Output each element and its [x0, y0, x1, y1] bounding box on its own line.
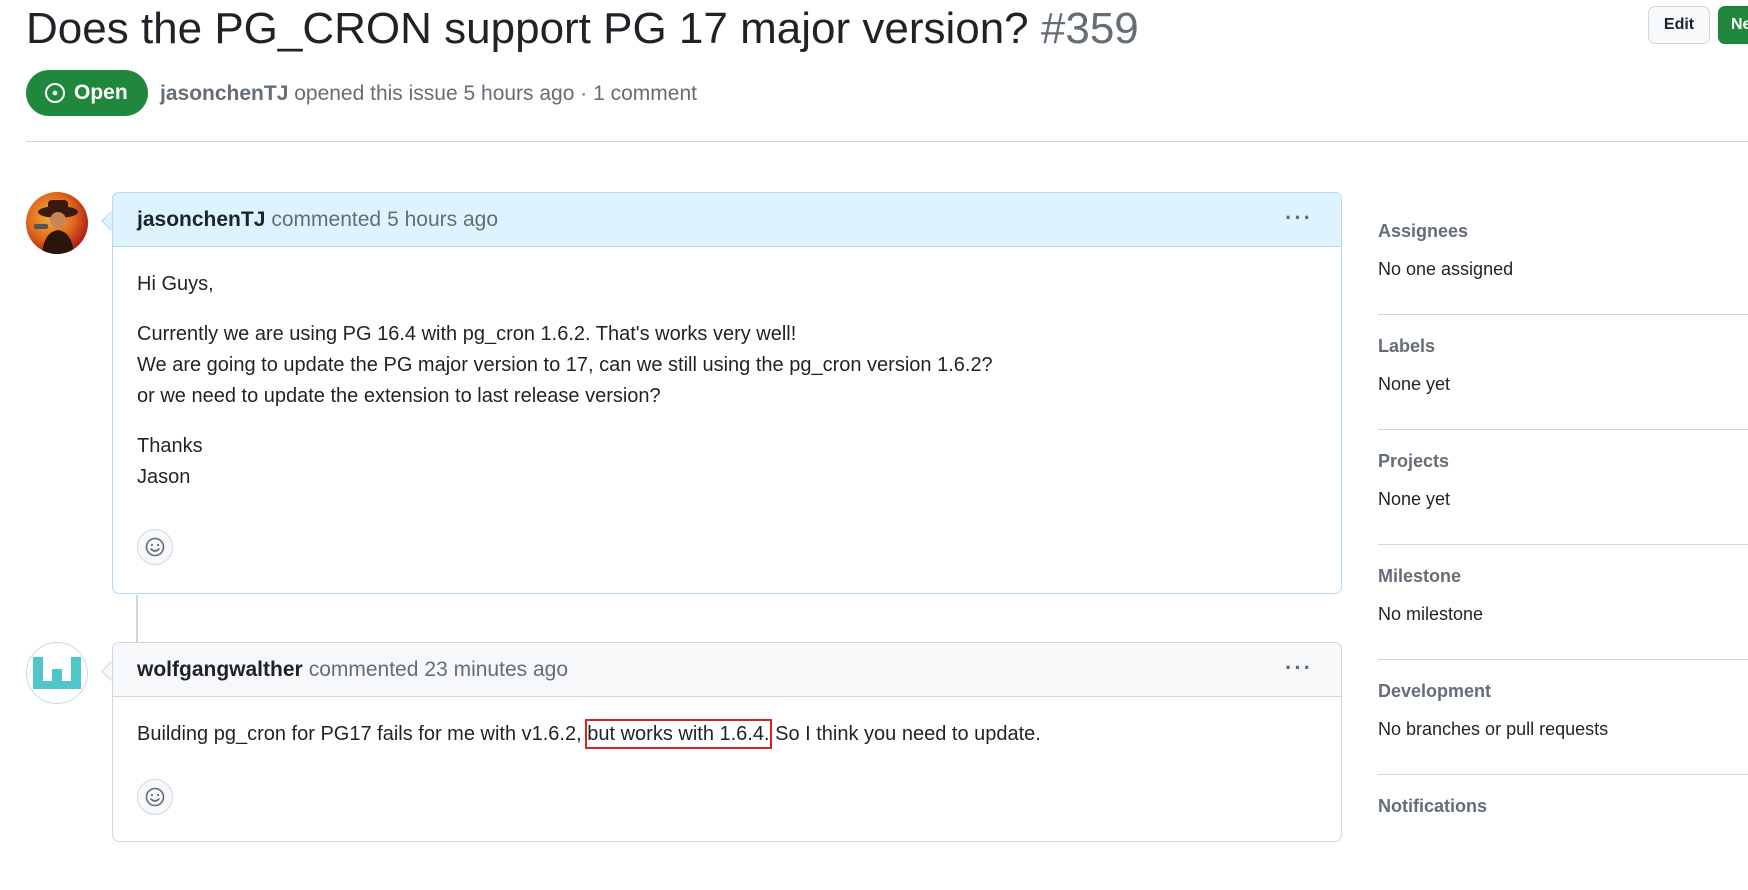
- avatar-image: [33, 657, 81, 689]
- sidebar-heading-labels[interactable]: Labels: [1378, 335, 1748, 357]
- sidebar-labels: Labels None yet: [1378, 315, 1748, 430]
- smiley-icon: [145, 537, 165, 557]
- timeline-connector: [136, 595, 138, 642]
- comment-verb: commented: [271, 207, 382, 231]
- comment-jasonchentj: jasonchenTJ commented 5 hours ago ··· Hi…: [112, 192, 1342, 594]
- sidebar-value-development: No branches or pull requests: [1378, 719, 1609, 739]
- issue-state-label: Open: [74, 81, 128, 104]
- avatar-wolfgangwalther[interactable]: [26, 642, 88, 704]
- sidebar-milestone: Milestone No milestone: [1378, 545, 1748, 660]
- comment-author-link[interactable]: wolfgangwalther: [137, 658, 303, 682]
- sidebar-projects: Projects None yet: [1378, 430, 1748, 545]
- issue-state-badge: Open: [26, 70, 148, 116]
- comment-timestamp-link[interactable]: 23 minutes ago: [424, 658, 568, 682]
- issue-meta: jasonchenTJ opened this issue 5 hours ag…: [160, 82, 697, 106]
- comment-line: Hi Guys,: [137, 273, 214, 295]
- highlighted-text: but works with 1.6.4.: [585, 719, 772, 749]
- sidebar-heading-development[interactable]: Development: [1378, 680, 1748, 702]
- comment-body: Building pg_cron for PG17 fails for me w…: [113, 719, 1341, 750]
- comment-header: wolfgangwalther commented 23 minutes ago…: [113, 643, 1341, 697]
- comment-timestamp-link[interactable]: 5 hours ago: [387, 208, 498, 232]
- comment-text: Building pg_cron for PG17 fails for me w…: [137, 723, 588, 745]
- issue-title: Does the PG_CRON support PG 17 major ver…: [26, 2, 1139, 56]
- issue-title-text: Does the PG_CRON support PG 17 major ver…: [26, 4, 1029, 53]
- smiley-icon: [145, 787, 165, 807]
- sidebar-value-milestone: No milestone: [1378, 604, 1484, 624]
- comment-line: Building pg_cron for PG17 fails for me w…: [137, 719, 1317, 750]
- avatar-image: [34, 200, 78, 254]
- sidebar-value-labels: None yet: [1378, 374, 1451, 394]
- add-reaction-button[interactable]: [137, 529, 173, 565]
- comment-body: Hi Guys, Currently we are using PG 16.4 …: [113, 269, 1341, 493]
- comment-wolfgangwalther: wolfgangwalther commented 23 minutes ago…: [112, 642, 1342, 842]
- sidebar-heading-milestone[interactable]: Milestone: [1378, 565, 1748, 587]
- sidebar-heading-assignees[interactable]: Assignees: [1378, 220, 1748, 242]
- sidebar-notifications: Notifications: [1378, 775, 1748, 890]
- issue-author-link[interactable]: jasonchenTJ: [160, 82, 288, 105]
- comment-line: Thanks: [137, 435, 203, 457]
- issue-opened-icon: [45, 83, 65, 103]
- sidebar-assignees: Assignees No one assigned: [1378, 200, 1748, 315]
- new-issue-button[interactable]: Ne: [1718, 6, 1748, 44]
- issue-sidebar: Assignees No one assigned Labels None ye…: [1378, 200, 1748, 890]
- issue-opened-text: opened this issue 5 hours ago · 1 commen…: [294, 82, 697, 105]
- comment-header: jasonchenTJ commented 5 hours ago ···: [113, 193, 1341, 247]
- sidebar-value-projects: None yet: [1378, 489, 1451, 509]
- comment-text: So I think you need to update.: [769, 723, 1041, 745]
- sidebar-value-assignees: No one assigned: [1378, 259, 1514, 279]
- issue-number: #359: [1040, 4, 1139, 53]
- avatar-jasonchentj[interactable]: [26, 192, 88, 254]
- sidebar-heading-notifications: Notifications: [1378, 796, 1488, 816]
- comment-line: We are going to update the PG major vers…: [137, 354, 993, 376]
- comment-author-link[interactable]: jasonchenTJ: [137, 208, 265, 232]
- comment-verb: commented: [308, 657, 419, 681]
- kebab-menu-icon[interactable]: ···: [1285, 205, 1313, 231]
- edit-button[interactable]: Edit: [1648, 6, 1710, 44]
- comment-line: Jason: [137, 466, 191, 488]
- comment-line: Currently we are using PG 16.4 with pg_c…: [137, 323, 797, 345]
- kebab-menu-icon[interactable]: ···: [1285, 655, 1313, 681]
- sidebar-heading-projects[interactable]: Projects: [1378, 450, 1748, 472]
- sidebar-development: Development No branches or pull requests: [1378, 660, 1748, 775]
- add-reaction-button[interactable]: [137, 779, 173, 815]
- comment-line: or we need to update the extension to la…: [137, 385, 661, 407]
- header-divider: [26, 141, 1748, 142]
